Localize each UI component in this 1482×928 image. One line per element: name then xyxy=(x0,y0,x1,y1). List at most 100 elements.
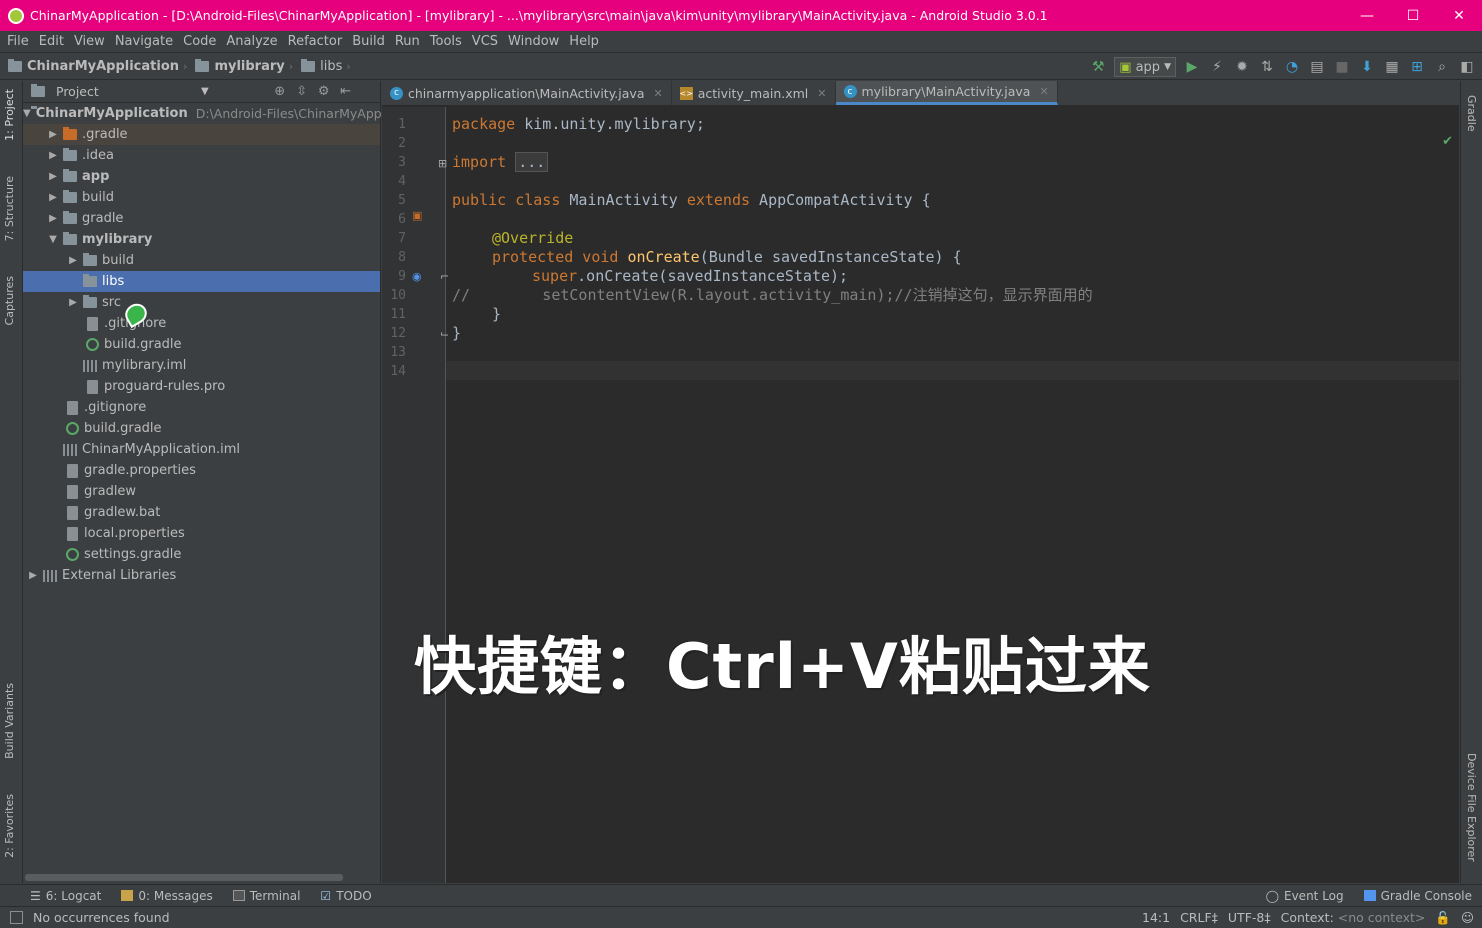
logcat-button[interactable]: ☰ 6: Logcat xyxy=(20,889,111,903)
expand-arrow-icon[interactable]: ▼ xyxy=(43,234,63,245)
tree-item-external-libraries[interactable]: ▶ External Libraries xyxy=(23,565,380,586)
horizontal-scrollbar[interactable] xyxy=(25,874,343,881)
collapse-arrow-icon[interactable]: ▶ xyxy=(43,213,63,224)
tab-mylibrary-mainactivity[interactable]: c mylibrary\MainActivity.java ✕ xyxy=(835,81,1058,105)
tree-item-mylibrary-build[interactable]: ▶ build xyxy=(23,250,380,271)
tree-item-app[interactable]: ▶ app xyxy=(23,166,380,187)
apply-changes-icon[interactable]: ⚡ xyxy=(1208,58,1226,76)
breadcrumb-folder[interactable]: libs xyxy=(293,59,346,74)
tab-device-file-explorer[interactable]: Device File Explorer xyxy=(1465,753,1478,862)
tree-item-libs[interactable]: ▶ libs xyxy=(23,271,380,292)
menu-view[interactable]: View xyxy=(69,34,110,49)
todo-button[interactable]: ☑ TODO xyxy=(310,889,381,903)
close-button[interactable]: ✕ xyxy=(1436,0,1482,31)
file-encoding[interactable]: UTF-8‡ xyxy=(1228,910,1271,925)
minimize-button[interactable]: — xyxy=(1344,0,1390,31)
tree-item-gradlew[interactable]: gradlew xyxy=(23,481,380,502)
toggle-tool-windows-icon[interactable] xyxy=(10,911,23,924)
collapse-arrow-icon[interactable]: ▶ xyxy=(23,570,43,581)
run-icon[interactable]: ▶ xyxy=(1183,58,1201,76)
menu-run[interactable]: Run xyxy=(390,34,425,49)
gear-icon[interactable]: ⚙ xyxy=(313,84,335,99)
collapse-arrow-icon[interactable]: ▶ xyxy=(63,255,83,266)
fold-icon[interactable]: ⌙ xyxy=(440,327,449,340)
tab-project[interactable]: 1: Project xyxy=(3,89,16,141)
hide-panel-icon[interactable]: ⇤ xyxy=(335,84,357,99)
tree-item-gradle-properties[interactable]: gradle.properties xyxy=(23,460,380,481)
project-view-select[interactable]: Project xyxy=(31,84,201,99)
menu-code[interactable]: Code xyxy=(178,34,221,49)
chevron-down-icon[interactable]: ▼ xyxy=(201,86,209,97)
inspector-icon[interactable]: ☺ xyxy=(1461,910,1474,925)
tab-app-mainactivity[interactable]: c chinarmyapplication\MainActivity.java … xyxy=(382,81,672,105)
attach-icon[interactable]: ⇅ xyxy=(1258,58,1276,76)
tree-item-idea[interactable]: ▶ .idea xyxy=(23,145,380,166)
collapse-all-icon[interactable]: ⇳ xyxy=(291,84,313,99)
menu-navigate[interactable]: Navigate xyxy=(110,34,178,49)
profile-icon[interactable]: ◔ xyxy=(1283,58,1301,76)
android-activity-icon[interactable]: ▣ xyxy=(412,209,422,222)
tree-item-mylibrary-iml[interactable]: mylibrary.iml xyxy=(23,355,380,376)
menu-help[interactable]: Help xyxy=(564,34,604,49)
menu-file[interactable]: File xyxy=(2,34,34,49)
search-icon[interactable]: ⌕ xyxy=(1433,58,1451,76)
expand-arrow-icon[interactable]: ▼ xyxy=(23,108,31,119)
menu-refactor[interactable]: Refactor xyxy=(283,34,348,49)
tree-item-root[interactable]: ▼ ChinarMyApplication D:\Android-Files\C… xyxy=(23,103,382,124)
tree-item-gitignore[interactable]: .gitignore xyxy=(23,397,380,418)
tree-item-settings-gradle[interactable]: settings.gradle xyxy=(23,544,380,565)
close-tab-icon[interactable]: ✕ xyxy=(1039,85,1048,98)
tree-item-build-gradle[interactable]: build.gradle xyxy=(23,418,380,439)
collapse-arrow-icon[interactable]: ▶ xyxy=(43,171,63,182)
tab-captures[interactable]: Captures xyxy=(3,276,16,325)
project-structure-icon[interactable]: ⊞ xyxy=(1408,58,1426,76)
tab-favorites[interactable]: 2: Favorites xyxy=(3,794,16,858)
debug-icon[interactable]: ✹ xyxy=(1233,58,1251,76)
fold-icon[interactable]: ⊞ xyxy=(438,157,447,170)
expand-icon[interactable]: ◧ xyxy=(1458,58,1476,76)
sdk-manager-icon[interactable]: ⬇ xyxy=(1358,58,1376,76)
terminal-button[interactable]: Terminal xyxy=(223,889,311,903)
messages-button[interactable]: 0: Messages xyxy=(111,889,222,903)
collapse-arrow-icon[interactable]: ▶ xyxy=(63,297,83,308)
breadcrumb-module[interactable]: mylibrary xyxy=(187,59,288,74)
close-tab-icon[interactable]: ✕ xyxy=(653,87,662,100)
run-configuration-select[interactable]: ▣ app ▼ xyxy=(1114,57,1176,77)
menu-edit[interactable]: Edit xyxy=(34,34,69,49)
avd-manager-icon[interactable]: ▦ xyxy=(1383,58,1401,76)
caret-position[interactable]: 14:1 xyxy=(1142,910,1170,925)
tab-activity-main-xml[interactable]: <> activity_main.xml ✕ xyxy=(672,81,836,105)
event-log-button[interactable]: ◯ Event Log xyxy=(1256,889,1354,903)
menu-window[interactable]: Window xyxy=(503,34,564,49)
close-tab-icon[interactable]: ✕ xyxy=(817,87,826,100)
tree-item-src[interactable]: ▶ src xyxy=(23,292,380,313)
fold-icon[interactable]: ⌐ xyxy=(440,270,449,283)
tree-item-mylibrary[interactable]: ▼ mylibrary xyxy=(23,229,380,250)
scroll-from-source-icon[interactable]: ⊕ xyxy=(269,84,291,99)
menu-build[interactable]: Build xyxy=(347,34,390,49)
hammer-icon[interactable]: ⚒ xyxy=(1089,58,1107,76)
tab-gradle[interactable]: Gradle xyxy=(1465,95,1478,132)
override-method-icon[interactable]: ◉ xyxy=(412,270,422,283)
tree-item-lib-gitignore[interactable]: .gitignore xyxy=(23,313,380,334)
maximize-button[interactable]: ☐ xyxy=(1390,0,1436,31)
tab-structure[interactable]: 7: Structure xyxy=(3,176,16,241)
code-area[interactable]: package kim.unity.mylibrary; import ... … xyxy=(452,107,1459,883)
tab-build-variants[interactable]: Build Variants xyxy=(3,683,16,759)
stop-icon[interactable]: ■ xyxy=(1333,58,1351,76)
collapse-arrow-icon[interactable]: ▶ xyxy=(43,129,63,140)
tree-item-project-iml[interactable]: ChinarMyApplication.iml xyxy=(23,439,380,460)
tree-item-local-properties[interactable]: local.properties xyxy=(23,523,380,544)
gradle-console-button[interactable]: Gradle Console xyxy=(1354,889,1482,903)
tree-item-lib-build-gradle[interactable]: build.gradle xyxy=(23,334,380,355)
tree-item-build[interactable]: ▶ build xyxy=(23,187,380,208)
menu-tools[interactable]: Tools xyxy=(425,34,467,49)
lock-icon[interactable]: 🔓 xyxy=(1435,910,1451,926)
menu-analyze[interactable]: Analyze xyxy=(221,34,282,49)
collapse-arrow-icon[interactable]: ▶ xyxy=(43,150,63,161)
folded-imports[interactable]: ... xyxy=(515,152,549,172)
coverage-icon[interactable]: ▤ xyxy=(1308,58,1326,76)
tree-item-proguard[interactable]: proguard-rules.pro xyxy=(23,376,380,397)
breadcrumb-project[interactable]: ChinarMyApplication xyxy=(0,59,183,74)
menu-vcs[interactable]: VCS xyxy=(467,34,503,49)
